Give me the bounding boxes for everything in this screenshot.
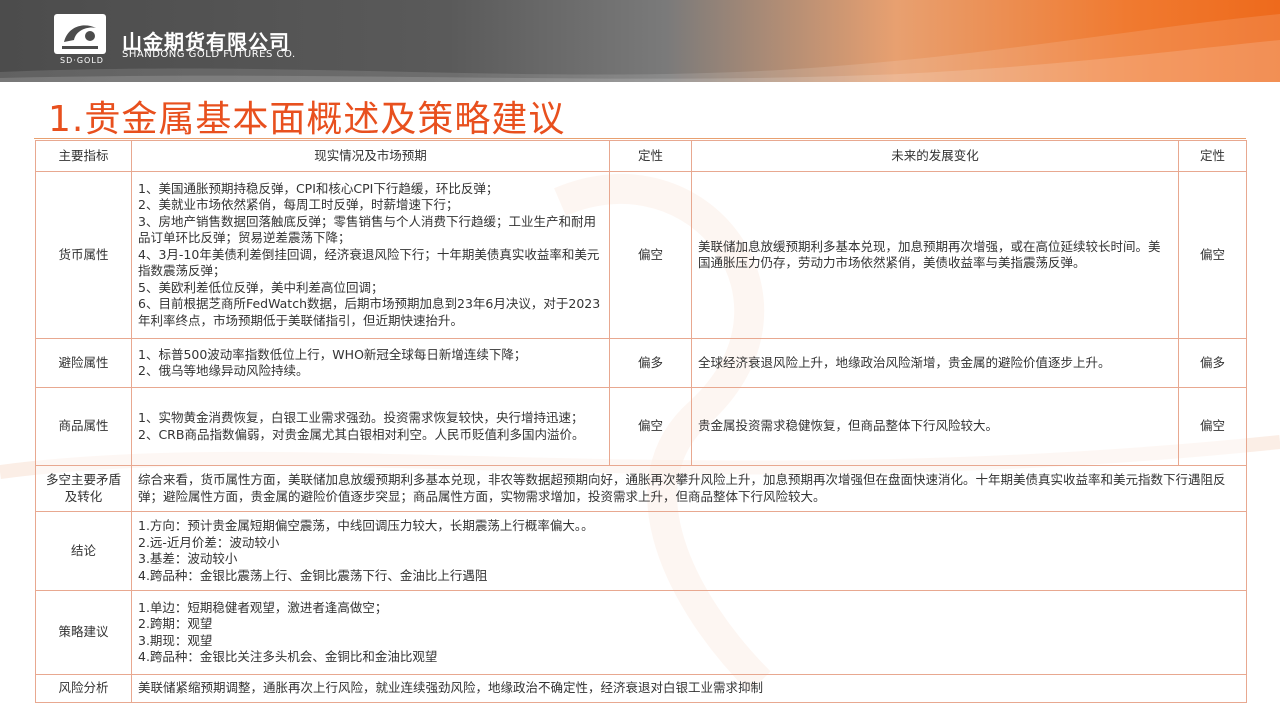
table-row: 避险属性 1、标普500波动率指数低位上行，WHO新冠全球每日新增连续下降； 2…	[35, 338, 1247, 388]
currency-future-text: 美联储加息放缓预期利多基本兑现，加息预期再次增强，或在高位延续较长时间。美国通胀…	[691, 171, 1179, 339]
column-header-future: 未来的发展变化	[691, 140, 1179, 172]
column-header-rating: 定性	[609, 140, 692, 172]
currency-future-rating: 偏空	[1178, 171, 1247, 339]
commodity-rating: 偏空	[609, 387, 692, 466]
conclusion-text: 1.方向：预计贵金属短期偏空震荡，中线回调压力较大，长期震荡上行概率偏大。。 2…	[131, 511, 1247, 591]
company-name-en: SHANDONG GOLD FUTURES CO.	[122, 49, 296, 60]
table-row: 货币属性 1、美国通胀预期持稳反弹，CPI和核心CPI下行趋缓，环比反弹； 2、…	[35, 171, 1247, 339]
currency-rating: 偏空	[609, 171, 692, 339]
column-header-reality: 现实情况及市场预期	[131, 140, 610, 172]
risk-text: 美联储紧缩预期调整，通胀再次上行风险，就业连续强劲风险，地缘政治不确定性，经济衰…	[131, 674, 1247, 703]
strategy-text: 1.单边：短期稳健者观望，激进者逢高做空； 2.跨期：观望 3.期现：观望 4.…	[131, 590, 1247, 675]
row-label-contradiction: 多空主要矛盾及转化	[35, 465, 132, 512]
row-label-conclusion: 结论	[35, 511, 132, 591]
strategy-table: 主要指标 现实情况及市场预期 定性 未来的发展变化 定性 货币属性 1、美国通胀…	[35, 140, 1247, 703]
hedge-rating: 偏多	[609, 338, 692, 388]
page-title: 1.贵金属基本面概述及策略建议	[48, 99, 566, 140]
row-label-risk: 风险分析	[35, 674, 132, 703]
table-row: 多空主要矛盾及转化 综合来看，货币属性方面，美联储加息放缓预期利多基本兑现，非农…	[35, 465, 1247, 512]
commodity-future-text: 贵金属投资需求稳健恢复，但商品整体下行风险较大。	[691, 387, 1179, 466]
commodity-reality-text: 1、实物黄金消费恢复，白银工业需求强劲。投资需求恢复较快，央行增持迅速； 2、C…	[131, 387, 610, 466]
commodity-future-rating: 偏空	[1178, 387, 1247, 466]
column-header-indicator: 主要指标	[35, 140, 132, 172]
table-row: 风险分析 美联储紧缩预期调整，通胀再次上行风险，就业连续强劲风险，地缘政治不确定…	[35, 674, 1247, 703]
header-banner: SD·GOLD 山金期货有限公司 SHANDONG GOLD FUTURES C…	[0, 0, 1280, 82]
hedge-future-text: 全球经济衰退风险上升，地缘政治风险渐增，贵金属的避险价值逐步上升。	[691, 338, 1179, 388]
row-label-currency: 货币属性	[35, 171, 132, 339]
row-label-hedge: 避险属性	[35, 338, 132, 388]
column-header-rating-future: 定性	[1178, 140, 1247, 172]
table-row: 商品属性 1、实物黄金消费恢复，白银工业需求强劲。投资需求恢复较快，央行增持迅速…	[35, 387, 1247, 466]
table-row: 策略建议 1.单边：短期稳健者观望，激进者逢高做空； 2.跨期：观望 3.期现：…	[35, 590, 1247, 675]
logo-subtitle: SD·GOLD	[60, 56, 104, 65]
hedge-reality-text: 1、标普500波动率指数低位上行，WHO新冠全球每日新增连续下降； 2、俄乌等地…	[131, 338, 610, 388]
title-divider	[34, 138, 1246, 139]
row-label-strategy: 策略建议	[35, 590, 132, 675]
contradiction-text: 综合来看，货币属性方面，美联储加息放缓预期利多基本兑现，非农等数据超预期向好，通…	[131, 465, 1247, 512]
table-row: 结论 1.方向：预计贵金属短期偏空震荡，中线回调压力较大，长期震荡上行概率偏大。…	[35, 511, 1247, 591]
currency-reality-text: 1、美国通胀预期持稳反弹，CPI和核心CPI下行趋缓，环比反弹； 2、美就业市场…	[131, 171, 610, 339]
table-header-row: 主要指标 现实情况及市场预期 定性 未来的发展变化 定性	[35, 140, 1247, 172]
row-label-commodity: 商品属性	[35, 387, 132, 466]
hedge-future-rating: 偏多	[1178, 338, 1247, 388]
company-logo-icon	[54, 14, 106, 54]
